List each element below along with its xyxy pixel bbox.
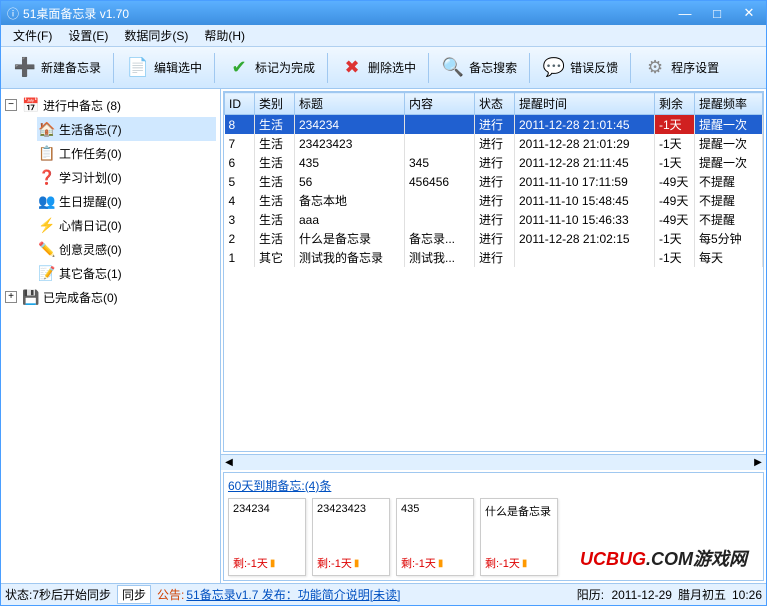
maximize-button[interactable]: □ [706, 5, 728, 21]
due-panel-title: 60天到期备忘:(4)条 [228, 477, 759, 494]
card-remain: 剩:-1天 ▮ [233, 555, 301, 571]
card-remain: 剩:-1天 ▮ [485, 555, 553, 571]
statusbar: 状态:7秒后开始同步 同步 公告: 51备忘录v1.7 发布：功能简介说明[未读… [1, 583, 766, 605]
col-freq[interactable]: 提醒频率 [695, 93, 763, 115]
sidebar-item-label: 生活备忘(7) [59, 121, 122, 138]
category-icon: ✏️ [37, 239, 57, 259]
delete-icon: ✖ [340, 56, 364, 80]
category-icon: 📝 [37, 263, 57, 283]
check-icon: ✔ [227, 56, 251, 80]
due-card[interactable]: 435 剩:-1天 ▮ [396, 498, 474, 576]
sidebar-item[interactable]: 🏠生活备忘(7) [37, 117, 216, 141]
close-button[interactable]: ✕ [738, 5, 760, 21]
category-icon: ⚡ [37, 215, 57, 235]
table-row[interactable]: 2生活什么是备忘录备忘录...进行2011-12-28 21:02:15-1天每… [225, 229, 763, 248]
menu-help[interactable]: 帮助(H) [196, 25, 253, 46]
col-time[interactable]: 提醒时间 [515, 93, 655, 115]
col-id[interactable]: ID [225, 93, 255, 115]
category-icon: 📋 [37, 143, 57, 163]
note-icon: ▮ [438, 558, 444, 569]
collapse-icon[interactable]: − [5, 99, 17, 111]
sidebar-item[interactable]: 👥生日提醒(0) [37, 189, 216, 213]
sidebar-item-label: 工作任务(0) [59, 145, 122, 162]
calendar-icon: 📅 [21, 95, 41, 115]
table-row[interactable]: 5生活56456456进行2011-11-10 17:11:59-49天不提醒 [225, 172, 763, 191]
horizontal-scrollbar[interactable]: ◀▶ [221, 454, 766, 470]
table-row[interactable]: 4生活备忘本地进行2011-11-10 15:48:45-49天不提醒 [225, 191, 763, 210]
sidebar: − 📅 进行中备忘 (8) 🏠生活备忘(7)📋工作任务(0)❓学习计划(0)👥生… [1, 89, 221, 583]
status-state: 状态:7秒后开始同步 [5, 586, 111, 603]
search-button[interactable]: 🔍备忘搜索 [432, 50, 526, 86]
col-status[interactable]: 状态 [475, 93, 515, 115]
tree-completed[interactable]: + 💾 已完成备忘(0) [5, 285, 216, 309]
menu-settings[interactable]: 设置(E) [60, 25, 116, 46]
col-title[interactable]: 标题 [295, 93, 405, 115]
sidebar-item-label: 心情日记(0) [59, 217, 122, 234]
data-grid[interactable]: ID 类别 标题 内容 状态 提醒时间 剩余 提醒频率 8生活234234进行2… [223, 91, 764, 452]
status-solar: 阳历: 2011-12-29 [577, 586, 672, 603]
table-row[interactable]: 7生活23423423进行2011-12-28 21:01:29-1天提醒一次 [225, 134, 763, 153]
chat-icon: 💬 [542, 56, 566, 80]
toolbar: ➕新建备忘录 📄编辑选中 ✔标记为完成 ✖删除选中 🔍备忘搜索 💬错误反馈 ⚙程… [1, 47, 766, 89]
sidebar-item-label: 其它备忘(1) [59, 265, 122, 282]
feedback-button[interactable]: 💬错误反馈 [533, 50, 627, 86]
watermark: UCBUG.COM游戏网 [580, 545, 747, 571]
status-lunar: 腊月初五 [678, 586, 726, 603]
menu-file[interactable]: 文件(F) [5, 25, 60, 46]
table-row[interactable]: 8生活234234进行2011-12-28 21:01:45-1天提醒一次 [225, 115, 763, 135]
menubar: 文件(F) 设置(E) 数据同步(S) 帮助(H) [1, 25, 766, 47]
plus-icon: ➕ [13, 56, 37, 80]
col-content[interactable]: 内容 [405, 93, 475, 115]
sidebar-item-label: 创意灵感(0) [59, 241, 122, 258]
table-row[interactable]: 3生活aaa进行2011-11-10 15:46:33-49天不提醒 [225, 210, 763, 229]
expand-icon[interactable]: + [5, 291, 17, 303]
edit-icon: 📄 [126, 56, 150, 80]
menu-sync[interactable]: 数据同步(S) [116, 25, 196, 46]
sidebar-item-label: 生日提醒(0) [59, 193, 122, 210]
notice-link[interactable]: 51备忘录v1.7 发布：功能简介说明[未读] [186, 586, 400, 603]
note-icon: ▮ [354, 558, 360, 569]
window-title: 51桌面备忘录 v1.70 [23, 5, 129, 22]
table-row[interactable]: 6生活435345进行2011-12-28 21:11:45-1天提醒一次 [225, 153, 763, 172]
due-card[interactable]: 什么是备忘录剩:-1天 ▮ [480, 498, 558, 576]
notice-label: 公告: [157, 586, 184, 603]
sidebar-item[interactable]: ✏️创意灵感(0) [37, 237, 216, 261]
minimize-button[interactable]: — [674, 5, 696, 21]
sync-button[interactable]: 同步 [117, 585, 151, 604]
edit-button[interactable]: 📄编辑选中 [117, 50, 211, 86]
status-time: 10:26 [732, 588, 762, 602]
card-title: 234234 [233, 503, 301, 515]
settings-button[interactable]: ⚙程序设置 [634, 50, 728, 86]
card-remain: 剩:-1天 ▮ [317, 555, 385, 571]
sidebar-item[interactable]: 📋工作任务(0) [37, 141, 216, 165]
sidebar-item-label: 学习计划(0) [59, 169, 122, 186]
col-remain[interactable]: 剩余 [655, 93, 695, 115]
category-icon: 🏠 [37, 119, 57, 139]
table-row[interactable]: 1其它测试我的备忘录测试我...进行-1天每天 [225, 248, 763, 267]
sidebar-item[interactable]: ⚡心情日记(0) [37, 213, 216, 237]
app-icon: ⓘ [7, 5, 19, 22]
delete-button[interactable]: ✖删除选中 [331, 50, 425, 86]
sidebar-item[interactable]: ❓学习计划(0) [37, 165, 216, 189]
card-title: 435 [401, 503, 469, 515]
search-icon: 🔍 [441, 56, 465, 80]
sidebar-item[interactable]: 📝其它备忘(1) [37, 261, 216, 285]
card-remain: 剩:-1天 ▮ [401, 555, 469, 571]
category-icon: 👥 [37, 191, 57, 211]
titlebar: ⓘ 51桌面备忘录 v1.70 — □ ✕ [1, 1, 766, 25]
gear-icon: ⚙ [643, 56, 667, 80]
note-icon: ▮ [270, 558, 276, 569]
col-category[interactable]: 类别 [255, 93, 295, 115]
note-icon: ▮ [522, 558, 528, 569]
save-icon: 💾 [21, 287, 41, 307]
tree-inprogress[interactable]: − 📅 进行中备忘 (8) [5, 93, 216, 117]
new-memo-button[interactable]: ➕新建备忘录 [4, 50, 110, 86]
card-title: 23423423 [317, 503, 385, 515]
category-icon: ❓ [37, 167, 57, 187]
card-title: 什么是备忘录 [485, 503, 553, 519]
due-card[interactable]: 23423423 剩:-1天 ▮ [312, 498, 390, 576]
complete-button[interactable]: ✔标记为完成 [218, 50, 324, 86]
due-card[interactable]: 234234 剩:-1天 ▮ [228, 498, 306, 576]
